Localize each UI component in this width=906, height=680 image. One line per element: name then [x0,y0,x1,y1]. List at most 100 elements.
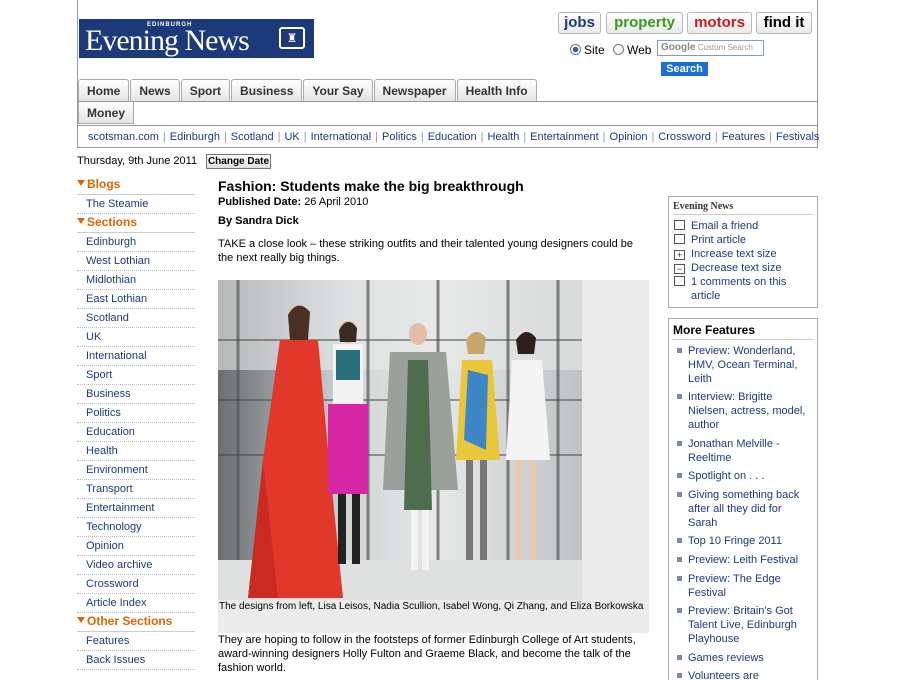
feature-link-line: HMV, Ocean Terminal, [688,359,798,371]
subnav-opinion[interactable]: Opinion [610,131,648,143]
leftnav-item-international[interactable]: International [77,347,195,366]
subnav-entertainment[interactable]: Entertainment [530,131,598,143]
leftnav-item-sport[interactable]: Sport [77,366,195,385]
bullet-icon [677,492,682,497]
leftnav-item-crossword[interactable]: Crossword [77,575,195,594]
feature-link[interactable]: Interview: Brigitte Nielsen, actress, mod… [677,390,813,432]
leftnav-item-scotland[interactable]: Scotland [77,309,195,328]
subnav-scotland[interactable]: Scotland [231,131,274,143]
triangle-down-icon [77,218,85,224]
tab-sport[interactable]: Sport [180,79,231,101]
subnav-scotsman[interactable]: scotsman.com [88,131,159,143]
tab-health-info[interactable]: Health Info [456,79,537,101]
tabs-divider [77,101,818,102]
print-article-label: Print article [691,234,747,246]
increase-text-link[interactable]: + Increase text size [674,247,777,261]
leftnav-item-technology[interactable]: Technology [77,518,195,537]
feature-link[interactable]: Preview: Britain's Got Talent Live, Edinb… [677,604,813,646]
leftnav-item-education[interactable]: Education [77,423,195,442]
feature-link-line: Giving something back [688,489,800,501]
subnav-education[interactable]: Education [428,131,477,143]
feature-link[interactable]: Preview: The Edge Festival [677,572,813,600]
current-date: Thursday, 9th June 2011 [77,155,198,167]
property-site-button[interactable]: property [606,12,683,34]
leftnav-item-the-steamie[interactable]: The Steamie [77,195,195,214]
search-placeholder: Custom Search [697,43,753,52]
leftnav-item-opinion[interactable]: Opinion [77,537,195,556]
feature-link[interactable]: Preview: Leith Festival [677,553,813,567]
leftnav-item-west-lothian[interactable]: West Lothian [77,252,195,271]
blogs-heading[interactable]: Blogs [77,176,195,195]
change-date-button[interactable]: Change Date [206,154,271,169]
tab-money[interactable]: Money [78,102,135,124]
more-features: More Features Preview: Wonderland, HMV, O… [668,318,818,680]
print-article-link[interactable]: Print article [674,233,746,247]
feature-link[interactable]: Preview: Wonderland, HMV, Ocean Terminal,… [677,344,813,386]
left-navigation: Blogs The Steamie Sections Edinburgh Wes… [77,176,195,670]
article-body: They are hoping to follow in the footste… [218,634,636,674]
sections-heading[interactable]: Sections [77,214,195,233]
triangle-down-icon [77,180,85,186]
sections-heading-label: Sections [87,215,138,229]
search-web-radio[interactable]: Web [613,43,651,57]
leftnav-item-transport[interactable]: Transport [77,480,195,499]
leftnav-item-business[interactable]: Business [77,385,195,404]
tab-home[interactable]: Home [78,79,130,101]
leftnav-item-environment[interactable]: Environment [77,461,195,480]
google-logo-text: Google [661,42,696,53]
other-sections-heading[interactable]: Other Sections [77,613,195,632]
search-site-radio[interactable]: Site [570,43,605,57]
leftnav-item-entertainment[interactable]: Entertainment [77,499,195,518]
leftnav-item-features[interactable]: Features [77,632,195,651]
jobs-site-button[interactable]: jobs [558,12,601,34]
feature-link[interactable]: Jonathan Melville - Reeltime [677,437,813,465]
subnav-festivals[interactable]: Festivals [776,131,819,143]
find-it-site-button[interactable]: find it [756,12,812,34]
leftnav-item-east-lothian[interactable]: East Lothian [77,290,195,309]
search-input[interactable]: Google Custom Search [657,40,764,56]
leftnav-item-uk[interactable]: UK [77,328,195,347]
decrease-text-label: Decrease text size [691,262,782,274]
comments-link[interactable]: 1 comments on this [674,275,786,289]
comments-link-continued[interactable]: article [691,289,720,303]
leftnav-item-health[interactable]: Health [77,442,195,461]
subnav-politics[interactable]: Politics [382,131,417,143]
search-button[interactable]: Search [661,62,708,76]
feature-link[interactable]: Spotlight on . . . [677,469,813,483]
article: Fashion: Students make the big breakthro… [218,178,649,674]
bullet-icon [677,538,682,543]
subnav-edinburgh[interactable]: Edinburgh [170,131,220,143]
subnav-international[interactable]: International [311,131,372,143]
subnav-features[interactable]: Features [722,131,765,143]
feature-link[interactable]: Top 10 Fringe 2011 [677,534,813,548]
feature-link[interactable]: Games reviews [677,651,813,665]
subnav-uk[interactable]: UK [284,131,299,143]
feature-link-line: Top 10 Fringe 2011 [688,535,782,547]
motors-site-button[interactable]: motors [687,12,752,34]
feature-link-line: Spotlight on . . . [688,470,765,482]
leftnav-item-video-archive[interactable]: Video archive [77,556,195,575]
article-photo[interactable] [218,280,582,600]
article-tools: Evening News Email a friend Print articl… [668,196,818,308]
feature-link-line: Playhouse [688,633,740,645]
feature-link[interactable]: Volunteers are [677,669,813,680]
evening-news-logo[interactable]: EDINBURGH Evening News ♜ [79,19,314,58]
tab-news[interactable]: News [130,79,180,101]
email-friend-link[interactable]: Email a friend [674,219,758,233]
article-published: Published Date: 26 April 2010 [218,196,368,208]
feature-link[interactable]: Giving something back after all they did … [677,488,813,530]
tab-newspaper[interactable]: Newspaper [373,79,456,101]
decrease-text-link[interactable]: − Decrease text size [674,261,781,275]
leftnav-item-politics[interactable]: Politics [77,404,195,423]
leftnav-item-article-index[interactable]: Article Index [77,594,195,613]
tab-business[interactable]: Business [231,79,303,101]
leftnav-item-midlothian[interactable]: Midlothian [77,271,195,290]
tab-your-say[interactable]: Your Say [303,79,373,101]
feature-link-line: Sarah [688,517,718,529]
feature-link-line: Preview: The Edge [688,573,781,585]
subnav-separator: | [714,130,718,143]
leftnav-item-edinburgh[interactable]: Edinburgh [77,233,195,252]
subnav-crossword[interactable]: Crossword [658,131,711,143]
leftnav-item-back-issues[interactable]: Back Issues [77,651,195,670]
subnav-health[interactable]: Health [488,131,520,143]
